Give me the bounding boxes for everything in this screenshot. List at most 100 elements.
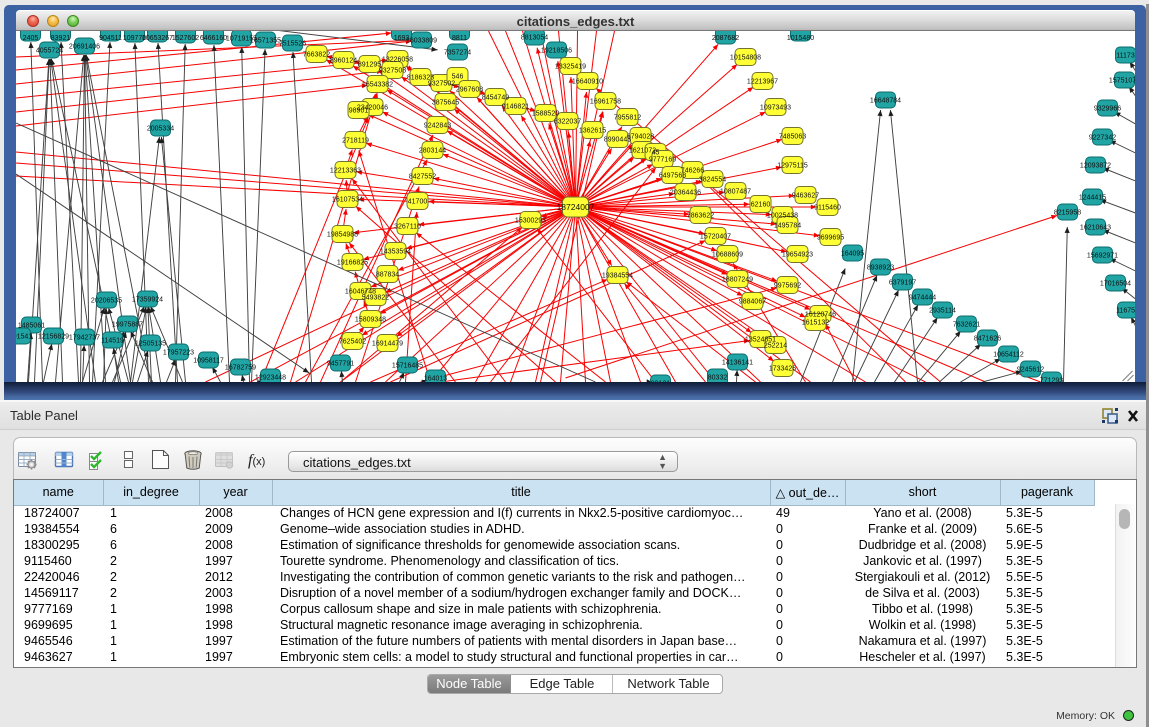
svg-text:9777169: 9777169 (648, 157, 675, 164)
svg-text:9327502: 9327502 (427, 81, 454, 88)
svg-text:2405: 2405 (22, 35, 38, 42)
svg-text:8960124: 8960124 (329, 58, 356, 65)
svg-text:16571355: 16571355 (249, 38, 280, 45)
svg-text:62160: 62160 (750, 202, 770, 209)
svg-text:9245612: 9245612 (1016, 367, 1043, 374)
svg-text:9329966: 9329966 (1093, 106, 1120, 113)
svg-text:8427552: 8427552 (408, 174, 435, 181)
svg-text:11173: 11173 (1116, 53, 1135, 60)
svg-text:20691406: 20691406 (68, 44, 99, 51)
svg-text:9327508: 9327508 (378, 68, 405, 75)
svg-text:19218506: 19218506 (540, 48, 571, 55)
svg-text:20364436: 20364436 (669, 190, 700, 197)
svg-text:15692971: 15692971 (1086, 253, 1117, 260)
svg-text:45: 45 (651, 150, 659, 157)
svg-text:8215958: 8215958 (1053, 210, 1080, 217)
svg-text:16033809: 16033809 (405, 38, 436, 45)
svg-text:904511: 904511 (99, 35, 122, 42)
svg-text:6466160: 6466160 (199, 35, 226, 42)
svg-text:16648784: 16648784 (869, 98, 900, 105)
svg-text:15720407: 15720407 (699, 234, 730, 241)
svg-text:12505135: 12505135 (134, 341, 165, 348)
svg-text:9146821: 9146821 (501, 104, 528, 111)
svg-text:9227342: 9227342 (1088, 135, 1115, 142)
svg-text:17942737: 17942737 (68, 335, 99, 342)
svg-text:17957223: 17957223 (162, 350, 193, 357)
svg-text:9699695: 9699695 (816, 235, 843, 242)
svg-text:12213363: 12213363 (329, 168, 360, 175)
svg-text:8813054: 8813054 (520, 35, 547, 42)
svg-text:12156829: 12156829 (37, 334, 68, 341)
svg-text:2935114: 2935114 (929, 308, 956, 315)
svg-text:16782759: 16782759 (224, 365, 255, 372)
svg-text:8322037: 8322037 (553, 119, 580, 126)
svg-text:15716485: 15716485 (391, 363, 422, 370)
svg-text:2967608: 2967608 (455, 87, 482, 94)
svg-text:1527602: 1527602 (171, 35, 198, 42)
svg-text:12093872: 12093872 (1079, 163, 1110, 170)
svg-text:6379197: 6379197 (888, 280, 915, 287)
svg-text:99121: 99121 (650, 381, 670, 383)
svg-text:9884067: 9884067 (738, 299, 765, 306)
svg-text:16914479: 16914479 (371, 341, 402, 348)
svg-text:16120746: 16120746 (804, 312, 835, 319)
svg-text:891295: 891295 (357, 62, 380, 69)
svg-text:10654112: 10654112 (993, 352, 1024, 359)
svg-text:2087682: 2087682 (711, 35, 738, 42)
svg-text:16543382: 16543382 (361, 82, 392, 89)
svg-text:80332: 80332 (707, 375, 727, 382)
svg-text:8811: 8811 (451, 35, 466, 42)
svg-text:887834: 887834 (375, 272, 398, 279)
svg-text:9457791: 9457791 (326, 361, 353, 368)
svg-text:2803144: 2803144 (418, 148, 445, 155)
svg-text:8938923: 8938923 (866, 265, 893, 272)
svg-text:9474444: 9474444 (908, 295, 935, 302)
svg-text:12975115: 12975115 (777, 163, 808, 170)
svg-text:9975692: 9975692 (773, 283, 800, 290)
svg-text:19854988: 19854988 (326, 232, 357, 239)
svg-text:7357274: 7357274 (443, 50, 470, 57)
svg-text:10807487: 10807487 (719, 189, 750, 196)
svg-text:7632621: 7632621 (952, 322, 979, 329)
svg-text:16961758: 16961758 (589, 99, 620, 106)
svg-text:19975887: 19975887 (111, 322, 142, 329)
svg-text:1733426: 1733426 (768, 366, 795, 373)
svg-text:3875645: 3875645 (431, 100, 458, 107)
svg-text:19654923: 19654923 (781, 252, 812, 259)
svg-text:14353594: 14353594 (379, 249, 410, 256)
svg-text:252214: 252214 (763, 343, 786, 350)
svg-text:16210643: 16210643 (1079, 225, 1110, 232)
svg-text:8454749: 8454749 (481, 95, 508, 102)
svg-text:2718119: 2718119 (342, 138, 369, 145)
svg-text:13325419: 13325419 (554, 64, 585, 71)
svg-text:6497568: 6497568 (658, 173, 685, 180)
svg-text:2005334: 2005334 (146, 126, 173, 133)
svg-text:20206535: 20206535 (90, 298, 121, 305)
svg-text:3824554: 3824554 (698, 177, 725, 184)
svg-text:7625402: 7625402 (338, 339, 365, 346)
svg-text:14136141: 14136141 (721, 360, 752, 367)
svg-text:7485063: 7485063 (778, 134, 805, 141)
svg-text:17016504: 17016504 (1099, 281, 1130, 288)
svg-text:83921: 83921 (50, 35, 70, 42)
svg-text:19166825: 19166825 (336, 260, 367, 267)
svg-text:7863622: 7863622 (686, 213, 713, 220)
svg-text:1485061: 1485061 (17, 323, 44, 330)
svg-text:13226058: 13226058 (381, 57, 412, 64)
svg-text:19384554: 19384554 (601, 273, 632, 280)
svg-text:17359924: 17359924 (131, 297, 162, 304)
svg-text:16640910: 16640910 (571, 79, 602, 86)
svg-text:9115460: 9115460 (814, 205, 841, 212)
svg-text:10958117: 10958117 (193, 358, 224, 365)
svg-text:18724007: 18724007 (556, 202, 594, 212)
svg-text:15300293: 15300293 (514, 218, 545, 225)
svg-text:164013: 164013 (423, 376, 446, 383)
svg-text:12213967: 12213967 (746, 79, 777, 86)
svg-text:12923448: 12923448 (254, 375, 285, 382)
svg-text:1615132: 1615132 (801, 320, 828, 327)
svg-text:114519: 114519 (101, 338, 124, 345)
svg-text:10025438: 10025438 (766, 213, 797, 220)
svg-text:10688609: 10688609 (711, 252, 742, 259)
svg-text:1362615: 1362615 (578, 128, 605, 135)
svg-text:6794028: 6794028 (626, 134, 653, 141)
